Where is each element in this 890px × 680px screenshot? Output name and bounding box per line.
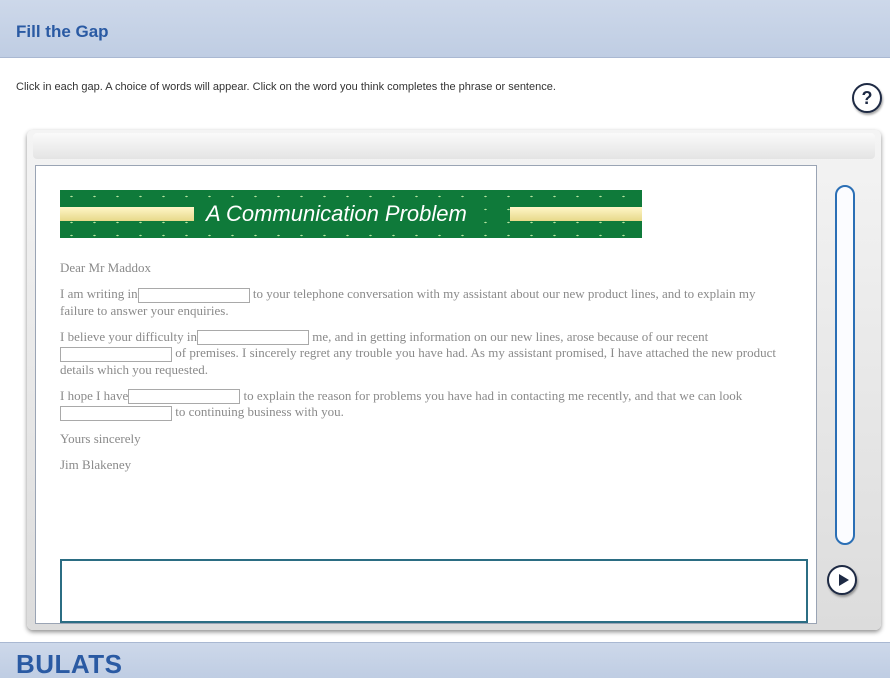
banner-strip-right: [510, 207, 642, 221]
page-title: Fill the Gap: [16, 22, 109, 41]
letter-text: I am writing in: [60, 286, 138, 301]
letter-text: to continuing business with you.: [172, 404, 344, 420]
gap-2[interactable]: [196, 330, 309, 346]
instructions-text: Click in each gap. A choice of words wil…: [16, 81, 556, 93]
letter-text: I believe your difficulty in: [60, 328, 197, 344]
letter-paragraph-1: I am writing in to your telephone conver…: [60, 286, 780, 319]
exercise-panel: A Communication Problem Dear Mr Maddox I…: [27, 130, 881, 630]
footer-bar: BULATS: [0, 642, 890, 679]
letter-signature: Jim Blakeney: [60, 456, 132, 472]
banner-strip-left: [60, 207, 194, 221]
scrollbar[interactable]: [835, 185, 855, 545]
header-bar: Fill the Gap: [0, 0, 890, 58]
panel-toolbar: [33, 133, 875, 159]
letter-banner: A Communication Problem: [60, 190, 642, 238]
letter-paragraph-2: I believe your difficulty in me, and in …: [60, 329, 780, 378]
letter-text: I hope I have: [60, 387, 129, 403]
letter-body: Dear Mr Maddox I am writing in to your t…: [60, 260, 780, 483]
banner-title: A Communication Problem: [202, 200, 471, 228]
gap-1[interactable]: [137, 287, 250, 303]
gap-3[interactable]: [60, 346, 172, 362]
word-choice-box[interactable]: [60, 559, 808, 623]
letter-closing: Yours sincerely: [60, 430, 141, 446]
brand-logo: BULATS: [16, 649, 123, 679]
letter-content: A Communication Problem Dear Mr Maddox I…: [35, 165, 817, 624]
help-icon: ?: [861, 88, 873, 108]
letter-paragraph-3: I hope I have to explain the reason for …: [60, 388, 780, 421]
gap-4[interactable]: [128, 389, 241, 405]
next-button[interactable]: [827, 565, 857, 595]
letter-text: me, and in getting information on our ne…: [308, 328, 709, 344]
help-button[interactable]: ?: [852, 83, 882, 113]
letter-text: to explain the reason for problems you h…: [240, 387, 743, 403]
gap-5[interactable]: [60, 405, 172, 421]
letter-greeting: Dear Mr Maddox: [60, 260, 151, 275]
play-arrow-icon: [839, 574, 849, 586]
